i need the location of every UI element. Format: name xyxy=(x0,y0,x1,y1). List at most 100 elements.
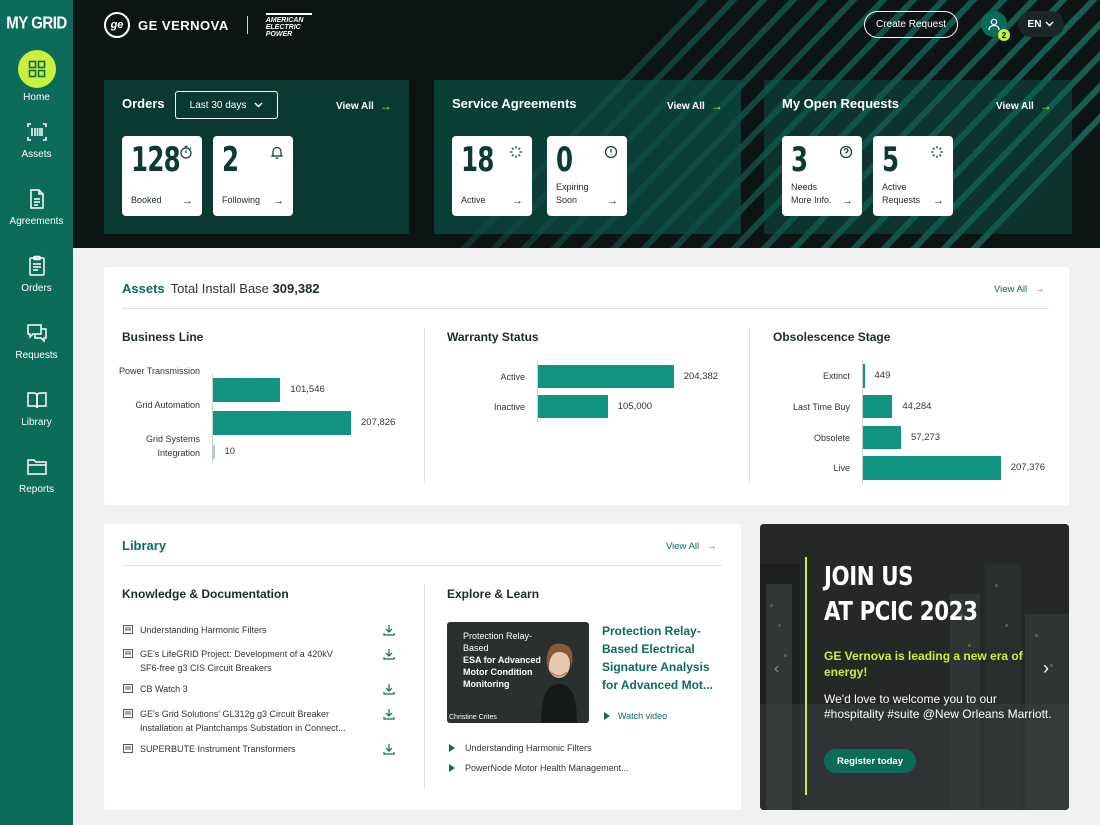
thumb-line: Monitoring xyxy=(463,679,510,689)
playlist-item-label: Understanding Harmonic Filters xyxy=(465,743,592,753)
create-request-button[interactable]: Create Request xyxy=(864,11,958,38)
assets-view-all-link[interactable]: View All → xyxy=(994,284,1045,295)
sidebar-item-requests[interactable]: Requests xyxy=(0,321,73,361)
download-icon[interactable] xyxy=(383,624,395,636)
watch-video-link[interactable]: Watch video xyxy=(604,711,667,721)
download-icon[interactable] xyxy=(383,708,395,720)
stat-label: Following xyxy=(222,195,261,205)
document-item[interactable]: GE's Grid Solutions' GL312g g3 Circuit B… xyxy=(123,707,398,735)
open-requests-view-all-link[interactable]: View All → xyxy=(996,99,1052,113)
document-item[interactable]: SUPERBUTE Instrument Transformers xyxy=(123,742,398,756)
chart-title: Business Line xyxy=(122,330,204,344)
help-circle-icon xyxy=(839,145,853,159)
bar[interactable] xyxy=(213,411,351,435)
stat-card-active-requests[interactable]: 5 Active Requests → xyxy=(873,136,953,216)
document-item[interactable]: CB Watch 3 xyxy=(123,682,398,696)
stat-card-following[interactable]: 2 Following → xyxy=(213,136,293,216)
assets-heading: Assets xyxy=(122,281,165,296)
stat-value: 18 xyxy=(461,140,494,180)
stat-label-line: Active xyxy=(882,182,907,192)
bar[interactable] xyxy=(863,364,865,388)
language-selector[interactable]: EN xyxy=(1018,11,1064,37)
clipboard-icon xyxy=(28,255,45,276)
bar-value-label: 449 xyxy=(874,370,891,381)
assets-section: Assets Total Install Base 309,382 View Al… xyxy=(104,267,1069,505)
library-section: Library View All → Knowledge & Documentat… xyxy=(104,524,741,810)
download-icon[interactable] xyxy=(383,743,395,755)
loading-spinner-icon xyxy=(510,146,522,158)
bar-value-label: 207,376 xyxy=(1010,462,1046,473)
chat-icon xyxy=(26,324,47,343)
install-base-total: 309,382 xyxy=(272,281,320,296)
bar-category-label: Inactive xyxy=(493,402,525,412)
register-today-button[interactable]: Register today xyxy=(824,749,916,773)
playlist-item[interactable]: PowerNode Motor Health Management... xyxy=(449,763,629,773)
arrow-right-icon: → xyxy=(707,541,717,552)
thumb-line: Motor Condition xyxy=(463,667,533,677)
stat-label: Expiring Soon xyxy=(556,181,589,207)
chart-title: Warranty Status xyxy=(447,330,539,344)
bar[interactable] xyxy=(213,445,215,459)
sidebar-item-home[interactable]: Home xyxy=(0,50,73,103)
stat-card-needs-more-info[interactable]: 3 Needs More Info. → xyxy=(782,136,862,216)
bar-value-label: 207,826 xyxy=(361,417,396,428)
playlist-item[interactable]: Understanding Harmonic Filters xyxy=(449,743,592,753)
bar[interactable] xyxy=(863,395,893,418)
bar-category-label: Grid Systems Integration xyxy=(145,434,200,458)
stat-value: 2 xyxy=(222,140,239,180)
sidebar-item-reports[interactable]: Reports xyxy=(0,455,73,495)
assets-title: Assets Total Install Base 309,382 xyxy=(122,281,320,296)
view-all-label: View All xyxy=(667,100,705,112)
document-title: CB Watch 3 xyxy=(140,684,188,694)
download-icon[interactable] xyxy=(383,683,395,695)
bar-value-label: 44,284 xyxy=(902,400,932,412)
stat-label: Needs More Info. xyxy=(791,181,832,207)
document-title: Understanding Harmonic Filters xyxy=(140,625,267,635)
sidebar-item-label: Home xyxy=(23,92,50,103)
bar[interactable] xyxy=(863,456,1001,480)
chevron-left-icon[interactable]: ‹ xyxy=(774,660,779,678)
sidebar-item-library[interactable]: Library xyxy=(0,388,73,428)
bar[interactable] xyxy=(538,395,608,418)
video-title-link[interactable]: Protection Relay-Based Electrical Signat… xyxy=(602,622,727,694)
document-icon xyxy=(29,189,44,209)
stat-label: Active xyxy=(461,195,486,205)
sidebar: MY GRID Home Assets Agreements Orders Re… xyxy=(0,0,73,825)
arrow-right-icon: → xyxy=(607,195,618,207)
chevron-down-icon xyxy=(254,102,263,108)
orders-view-all-link[interactable]: View All → xyxy=(336,99,392,113)
document-icon xyxy=(123,684,133,693)
bar-category-label: Active xyxy=(500,372,525,382)
library-view-all-link[interactable]: View All → xyxy=(666,541,717,552)
open-requests-title: My Open Requests xyxy=(782,96,900,111)
presenter-name: Christine Crites xyxy=(449,714,497,721)
download-icon[interactable] xyxy=(383,648,395,660)
bar[interactable] xyxy=(213,378,281,402)
bar[interactable] xyxy=(863,426,902,449)
service-agreements-view-all-link[interactable]: View All → xyxy=(667,99,723,113)
company-logos[interactable]: ge GE VERNOVA AMERICAN ELECTRIC POWER xyxy=(104,12,312,38)
stat-label-line: More Info. xyxy=(791,195,832,205)
sidebar-item-agreements[interactable]: Agreements xyxy=(0,187,73,227)
sidebar-item-orders[interactable]: Orders xyxy=(0,254,73,294)
document-item[interactable]: Understanding Harmonic Filters xyxy=(123,623,398,637)
stat-value: 3 xyxy=(791,140,808,180)
date-range-dropdown[interactable]: Last 30 days xyxy=(175,91,278,119)
arrow-right-icon: → xyxy=(1039,99,1052,113)
promo-subheadline: GE Vernova is leading a new era of energ… xyxy=(824,649,1023,679)
language-label: EN xyxy=(1027,18,1042,30)
video-thumbnail[interactable]: Protection Relay-Based ESA for Advanced … xyxy=(447,622,589,723)
bar-value-label: 204,382 xyxy=(683,370,719,382)
stat-card-active-agreements[interactable]: 18 Active → xyxy=(452,136,532,216)
stat-card-booked[interactable]: 128 Booked → xyxy=(122,136,202,216)
promo-headline-line: AT PCIC 2023 xyxy=(824,597,978,627)
stat-label-line: Expiring xyxy=(556,182,589,192)
stat-card-expiring-soon[interactable]: 0 Expiring Soon → xyxy=(547,136,627,216)
sidebar-item-assets[interactable]: Assets xyxy=(0,120,73,160)
app-brand[interactable]: MY GRID xyxy=(0,14,73,34)
bar[interactable] xyxy=(538,365,674,388)
orders-title: Orders xyxy=(122,96,165,111)
promo-banner[interactable]: ‹ › JOIN US AT PCIC 2023 GE Vernova is l… xyxy=(760,524,1069,810)
assets-subtitle: Total Install Base 309,382 xyxy=(171,281,320,296)
document-item[interactable]: GE's LifeGRID Project: Development of a … xyxy=(123,647,398,675)
